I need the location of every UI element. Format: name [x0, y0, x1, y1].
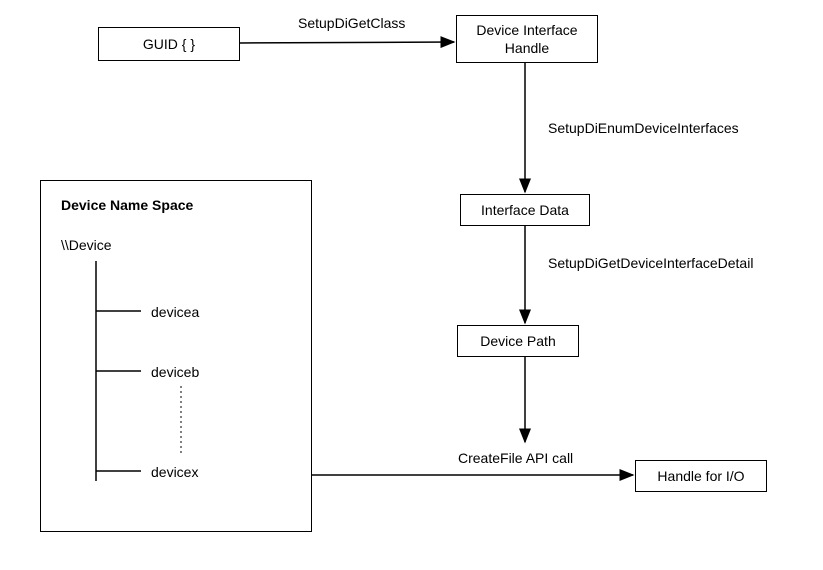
namespace-item-1: deviceb — [151, 363, 199, 381]
edge-label-setupdienum: SetupDiEnumDeviceInterfaces — [548, 120, 739, 136]
edge-label-createfile: CreateFile API call — [458, 450, 573, 466]
node-guid: GUID { } — [98, 27, 240, 61]
namespace-root: \\Device — [61, 236, 112, 254]
node-device-interface-handle: Device Interface Handle — [456, 15, 598, 63]
node-device-path-label: Device Path — [480, 332, 555, 350]
device-namespace-box: Device Name Space \\Device devicea devic… — [40, 180, 312, 532]
node-handle-io-label: Handle for I/O — [657, 467, 744, 485]
node-interface-data: Interface Data — [460, 194, 590, 226]
node-guid-label: GUID { } — [143, 35, 195, 53]
node-device-interface-handle-label: Device Interface Handle — [476, 21, 577, 57]
node-interface-data-label: Interface Data — [481, 201, 569, 219]
namespace-item-0: devicea — [151, 303, 199, 321]
edge-label-setupdidetail: SetupDiGetDeviceInterfaceDetail — [548, 255, 753, 271]
node-handle-io: Handle for I/O — [635, 460, 767, 492]
node-device-path: Device Path — [457, 325, 579, 357]
namespace-item-2: devicex — [151, 463, 198, 481]
edge-label-setupdigetclass: SetupDiGetClass — [298, 15, 405, 31]
namespace-title: Device Name Space — [61, 196, 193, 214]
